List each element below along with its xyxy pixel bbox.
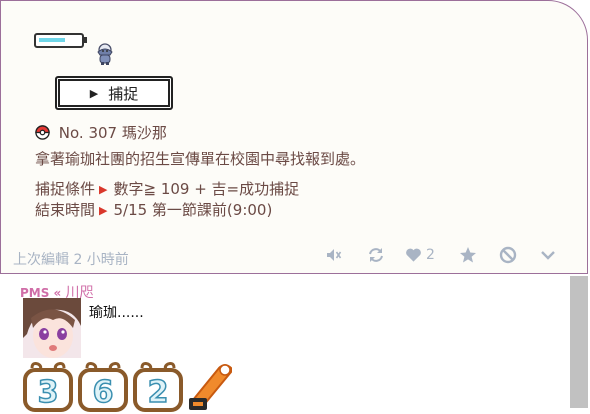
catch-condition-line: 捕捉條件 ▶ 數字≧ 109 + 吉=成功捕捉 — [35, 178, 299, 199]
dice-value-3: 2 — [148, 375, 169, 410]
dice-badge-icon: 3 — [23, 362, 73, 412]
last-edited-text: 上次編輯 2 小時前 — [13, 252, 129, 268]
arrow-right-icon: ▶ — [99, 183, 108, 196]
post-action-bar: 2 — [325, 244, 557, 266]
pokemon-title-line: No. 307 瑪沙那 — [35, 122, 167, 143]
lucky-amulet-icon — [189, 364, 232, 410]
dice-result: 3 6 2 — [22, 360, 235, 412]
dice-value-1: 3 — [38, 375, 59, 410]
end-time-value: 5/15 第一節課前(9:00) — [113, 201, 273, 219]
dice-value-2: 6 — [93, 375, 114, 410]
catch-condition-label: 捕捉條件 — [35, 180, 96, 198]
mute-icon[interactable] — [325, 246, 343, 264]
scrollbar[interactable] — [570, 276, 588, 408]
dice-badge-icon: 6 — [78, 362, 128, 412]
reply-text: 瑜珈...... — [89, 305, 144, 321]
star-icon[interactable] — [459, 246, 477, 264]
heart-icon — [406, 248, 421, 262]
avatar[interactable] — [23, 298, 81, 358]
pokemon-number: No. 307 — [58, 124, 118, 142]
pokemon-sprite-icon — [97, 43, 113, 65]
arrow-right-icon: ▶ — [99, 204, 108, 217]
hp-bar-icon — [34, 33, 87, 48]
block-icon[interactable] — [499, 246, 517, 264]
like-count: 2 — [426, 247, 435, 263]
end-time-label: 結束時間 — [35, 201, 96, 219]
play-triangle-icon: ▶ — [89, 86, 99, 100]
pokemon-description: 拿著瑜珈社團的招生宣傳單在校園中尋找報到處。 — [35, 150, 366, 168]
end-time-line: 結束時間 ▶ 5/15 第一節課前(9:00) — [35, 199, 272, 220]
post-card: ▶ 捕捉 No. 307 瑪沙那 拿著瑜珈社團的招生宣傳單在校園中尋找報到處。 … — [0, 0, 588, 274]
catch-button-label: 捕捉 — [108, 84, 139, 103]
catch-button[interactable]: ▶ 捕捉 — [55, 76, 173, 110]
pokemon-name: 瑪沙那 — [121, 124, 167, 142]
like-button[interactable]: 2 — [405, 247, 435, 263]
dice-badge-icon: 2 — [133, 362, 183, 412]
catch-condition-value: 數字≧ 109 + 吉=成功捕捉 — [113, 180, 300, 198]
refresh-icon[interactable] — [367, 246, 385, 264]
pokeball-icon — [35, 125, 50, 140]
chevron-down-icon[interactable] — [539, 246, 557, 264]
